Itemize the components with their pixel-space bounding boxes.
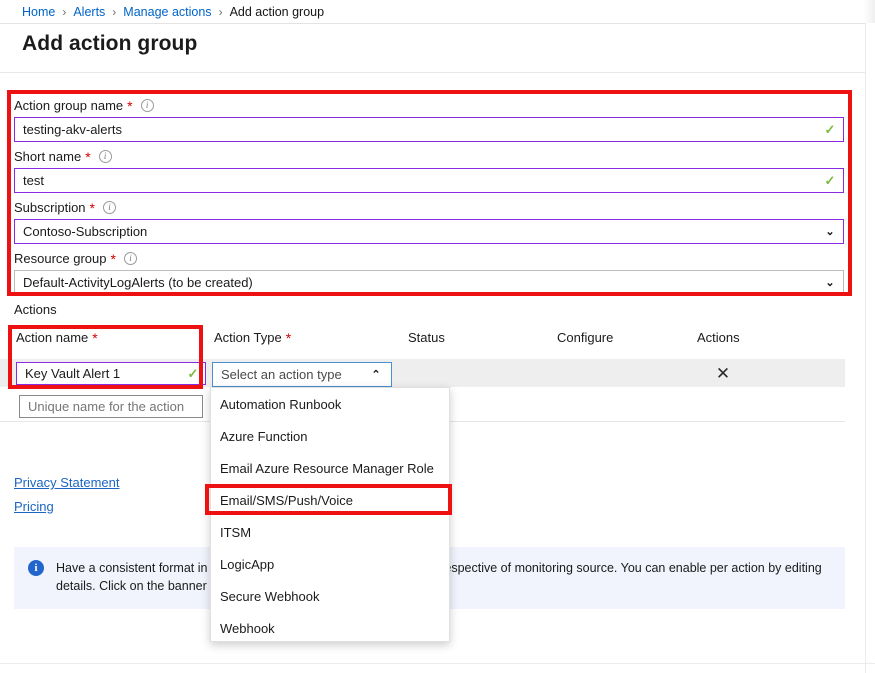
input-action-group-name[interactable]: testing-akv-alerts ✓ [14, 117, 844, 142]
column-header-configure: Configure [557, 330, 613, 345]
input-value: Key Vault Alert 1 [17, 366, 181, 381]
valid-check-icon: ✓ [181, 366, 205, 382]
select-placeholder: Select an action type [213, 367, 361, 382]
dropdown-option-logicapp[interactable]: LogicApp [211, 548, 449, 580]
info-icon[interactable]: i [99, 150, 112, 163]
dropdown-option-itsm[interactable]: ITSM [211, 516, 449, 548]
input-action-name[interactable]: Key Vault Alert 1 ✓ [16, 362, 206, 385]
breadcrumb-item-manage-actions[interactable]: Manage actions [123, 5, 211, 19]
select-value: Contoso-Subscription [15, 224, 817, 239]
column-header-actions: Actions [697, 330, 740, 345]
title-divider [0, 72, 865, 73]
label-action-group-name: Action group name * i [14, 97, 844, 114]
dropdown-option-webhook[interactable]: Webhook [211, 612, 449, 642]
delete-action-button[interactable]: ✕ [712, 363, 734, 385]
column-header-action-type: Action Type * [214, 330, 291, 345]
column-label: Actions [697, 330, 740, 345]
field-action-group-name: Action group name * i testing-akv-alerts… [14, 97, 844, 142]
dropdown-option-email-sms-push-voice[interactable]: Email/SMS/Push/Voice [211, 484, 449, 516]
label-text: Action group name [14, 98, 123, 113]
input-value: test [15, 173, 817, 188]
breadcrumb-fade [863, 0, 875, 23]
page-title: Add action group [22, 32, 197, 56]
dropdown-option-automation-runbook[interactable]: Automation Runbook [211, 388, 449, 420]
required-asterisk: * [92, 331, 97, 345]
select-action-type[interactable]: Select an action type ⌃ [212, 362, 392, 387]
info-icon[interactable]: i [124, 252, 137, 265]
column-label: Action name [16, 330, 88, 345]
field-resource-group: Resource group * i Default-ActivityLogAl… [14, 250, 844, 295]
valid-check-icon: ✓ [817, 122, 843, 138]
column-header-action-name: Action name * [16, 330, 98, 345]
breadcrumb-separator-icon: › [219, 5, 223, 19]
select-resource-group[interactable]: Default-ActivityLogAlerts (to be created… [14, 270, 844, 295]
required-asterisk: * [90, 201, 95, 215]
input-value: testing-akv-alerts [15, 122, 817, 137]
chevron-down-icon: ⌄ [817, 276, 843, 289]
input-placeholder: Unique name for the action [20, 399, 202, 414]
input-short-name[interactable]: test ✓ [14, 168, 844, 193]
azure-portal-blade: Home › Alerts › Manage actions › Add act… [0, 0, 875, 673]
select-value: Default-ActivityLogAlerts (to be created… [15, 275, 817, 290]
breadcrumb-item-home[interactable]: Home [22, 5, 55, 19]
info-icon[interactable]: i [103, 201, 116, 214]
breadcrumb-current: Add action group [230, 5, 325, 19]
label-text: Short name [14, 149, 81, 164]
page-right-edge [865, 23, 875, 673]
column-label: Status [408, 330, 445, 345]
info-icon[interactable]: i [141, 99, 154, 112]
label-short-name: Short name * i [14, 148, 844, 165]
breadcrumb-separator-icon: › [62, 5, 66, 19]
label-subscription: Subscription * i [14, 199, 844, 216]
required-asterisk: * [85, 150, 90, 164]
column-label: Configure [557, 330, 613, 345]
actions-section-caption: Actions [14, 302, 57, 317]
field-short-name: Short name * i test ✓ [14, 148, 844, 193]
field-subscription: Subscription * i Contoso-Subscription ⌄ [14, 199, 844, 244]
dropdown-option-email-azure-resource-manager-role[interactable]: Email Azure Resource Manager Role [211, 452, 449, 484]
dropdown-option-secure-webhook[interactable]: Secure Webhook [211, 580, 449, 612]
info-icon: i [28, 560, 44, 576]
required-asterisk: * [286, 331, 291, 345]
valid-check-icon: ✓ [817, 173, 843, 189]
chevron-up-icon: ⌃ [361, 368, 391, 381]
required-asterisk: * [111, 252, 116, 266]
label-resource-group: Resource group * i [14, 250, 844, 267]
link-privacy-statement[interactable]: Privacy Statement [14, 475, 120, 490]
input-new-action-name[interactable]: Unique name for the action [19, 395, 203, 418]
link-pricing[interactable]: Pricing [14, 499, 54, 514]
chevron-down-icon: ⌄ [817, 225, 843, 238]
column-label: Action Type [214, 330, 282, 345]
breadcrumb: Home › Alerts › Manage actions › Add act… [0, 0, 875, 23]
label-text: Resource group [14, 251, 107, 266]
column-header-status: Status [408, 330, 445, 345]
select-subscription[interactable]: Contoso-Subscription ⌄ [14, 219, 844, 244]
header-divider [0, 23, 875, 24]
required-asterisk: * [127, 99, 132, 113]
page-bottom-divider [0, 663, 875, 664]
breadcrumb-item-alerts[interactable]: Alerts [73, 5, 105, 19]
label-text: Subscription [14, 200, 86, 215]
action-type-dropdown-panel[interactable]: Automation Runbook Azure Function Email … [210, 387, 450, 642]
breadcrumb-separator-icon: › [112, 5, 116, 19]
dropdown-option-azure-function[interactable]: Azure Function [211, 420, 449, 452]
actions-table-header: Action name * Action Type * Status Confi… [0, 330, 845, 356]
